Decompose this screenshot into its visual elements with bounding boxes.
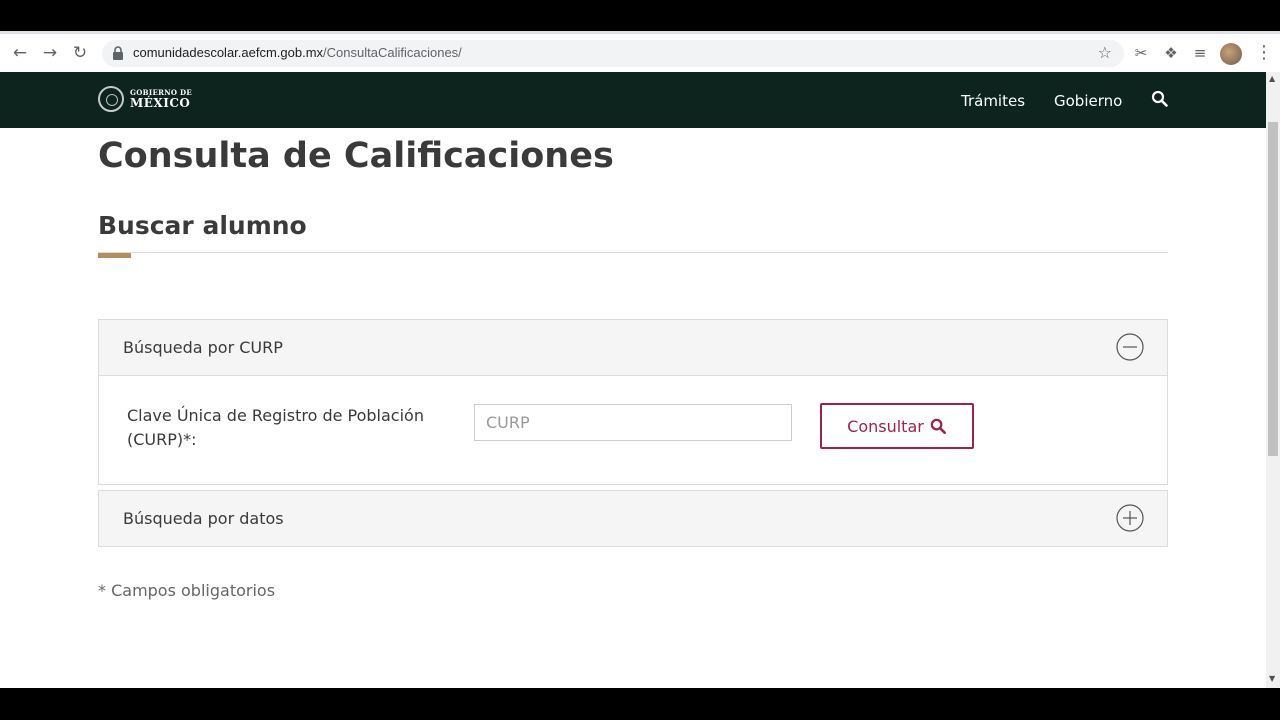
address-bar[interactable]: comunidadescolar.aefcm.gob.mx/ConsultaCa… <box>102 40 1124 67</box>
puzzle-extension-icon[interactable]: ❖ <box>1161 43 1181 63</box>
panel-datos-header[interactable]: Búsqueda por datos <box>99 491 1167 546</box>
coat-of-arms-icon <box>98 86 124 112</box>
page-title: Consulta de Calificaciones <box>98 136 614 176</box>
bookmark-star-icon[interactable]: ☆ <box>1098 43 1112 62</box>
scroll-up-arrow-icon[interactable]: ▲ <box>1269 74 1275 83</box>
forward-arrow-icon[interactable]: → <box>40 43 60 63</box>
curp-field-label: Clave Única de Registro de Población (CU… <box>127 406 424 449</box>
logo-line2: MÉXICO <box>130 96 191 110</box>
media-queue-icon[interactable]: ≡ <box>1190 43 1210 63</box>
url-path: /ConsultaCalificaciones/ <box>323 45 462 60</box>
panel-curp: Búsqueda por CURP Clave Única de Registr… <box>98 319 1168 485</box>
consultar-button[interactable]: Consultar <box>820 403 974 449</box>
panel-curp-title: Búsqueda por CURP <box>123 338 283 357</box>
consultar-button-label: Consultar <box>847 416 924 436</box>
panel-curp-header[interactable]: Búsqueda por CURP <box>99 320 1167 376</box>
url-domain: comunidadescolar.aefcm.gob.mx <box>133 45 324 60</box>
expand-plus-icon[interactable] <box>1116 504 1144 532</box>
required-fields-note: * Campos obligatorios <box>98 581 276 600</box>
section-title: Buscar alumno <box>98 211 307 240</box>
back-arrow-icon[interactable]: ← <box>10 43 30 63</box>
vertical-scrollbar[interactable]: ▲ ▼ <box>1266 72 1280 688</box>
scissors-extension-icon[interactable]: ✂ <box>1131 43 1151 63</box>
section-accent-bar <box>98 253 131 258</box>
gobierno-mexico-logo[interactable]: GOBIERNO DE MÉXICO <box>98 85 198 115</box>
panel-datos-title: Búsqueda por datos <box>123 509 284 528</box>
scroll-thumb[interactable] <box>1268 122 1278 456</box>
nav-link-tramites[interactable]: Trámites <box>961 92 1025 110</box>
curp-input[interactable] <box>474 404 792 441</box>
panel-datos: Búsqueda por datos <box>98 490 1168 547</box>
page-viewport: GOBIERNO DE MÉXICO Trámites Gobierno Con… <box>0 72 1266 688</box>
lock-icon <box>113 46 123 60</box>
search-icon[interactable] <box>1151 90 1169 108</box>
scroll-down-arrow-icon[interactable]: ▼ <box>1269 674 1275 683</box>
screen-bottom-bar <box>0 688 1280 720</box>
screen-top-bar <box>0 0 1280 34</box>
url-text: comunidadescolar.aefcm.gob.mx/ConsultaCa… <box>133 45 462 60</box>
gov-header: GOBIERNO DE MÉXICO Trámites Gobierno <box>0 72 1266 128</box>
browser-toolbar: ← → ↻ comunidadescolar.aefcm.gob.mx/Cons… <box>0 34 1280 72</box>
reload-icon[interactable]: ↻ <box>70 43 90 63</box>
menu-kebab-icon[interactable]: ⋮ <box>1255 43 1273 63</box>
collapse-minus-icon[interactable] <box>1116 333 1144 361</box>
profile-avatar[interactable] <box>1220 43 1242 65</box>
nav-link-gobierno[interactable]: Gobierno <box>1054 92 1122 110</box>
search-icon <box>930 418 946 434</box>
section-divider <box>98 252 1168 253</box>
